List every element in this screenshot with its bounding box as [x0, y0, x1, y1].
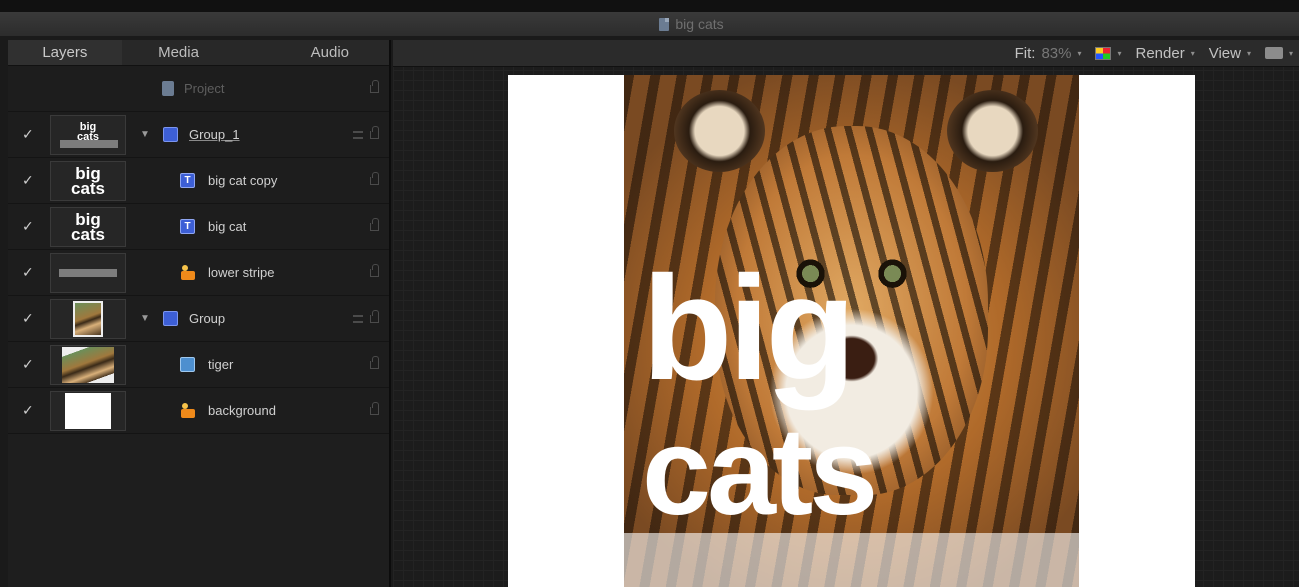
visibility-checkbox[interactable]: ✓	[22, 126, 34, 143]
shape-layer-icon	[180, 403, 195, 418]
viewer-toolbar: Fit: 83% ▾ ▾ Render ▾ View ▾ ▾	[393, 40, 1299, 67]
tab-media[interactable]: Media	[121, 40, 236, 65]
color-channels-popup[interactable]: ▾	[1095, 46, 1122, 60]
visibility-checkbox[interactable]: ✓	[22, 264, 34, 281]
thumbnail-stripe	[59, 269, 117, 277]
titlebar-strip: big cats	[0, 12, 1299, 36]
lock-icon[interactable]	[370, 171, 379, 185]
layer-name[interactable]: background	[208, 403, 276, 418]
layer-row-tiger[interactable]: ✓ tiger	[8, 342, 389, 388]
lock-icon[interactable]	[370, 355, 379, 369]
tab-audio[interactable]: Audio	[235, 40, 390, 65]
render-popup[interactable]: Render ▾	[1136, 45, 1195, 62]
fit-label: Fit:	[1014, 44, 1036, 62]
disclosure-triangle-icon[interactable]: ▼	[140, 129, 150, 140]
project-label: Project	[184, 81, 225, 96]
layers-panel: Layers Media Audio Project ✓ big cats ▼ G…	[8, 40, 391, 587]
layer-name[interactable]: tiger	[208, 357, 233, 372]
thumbnail-text: big cats	[70, 210, 106, 244]
thumbnail-text: big cats	[76, 121, 100, 143]
layer-thumbnail	[50, 299, 126, 339]
chevron-down-icon: ▾	[1246, 48, 1251, 58]
view-label: View	[1208, 44, 1241, 62]
layer-thumbnail	[50, 253, 126, 293]
fit-zoom-popup[interactable]: Fit: 83% ▾	[1015, 45, 1082, 62]
visibility-checkbox[interactable]: ✓	[22, 172, 34, 189]
lock-icon[interactable]	[370, 263, 379, 277]
thumbnail-tiger-image	[73, 301, 103, 337]
chevron-down-icon: ▾	[1190, 48, 1195, 58]
tiger-ear	[674, 90, 766, 173]
lock-icon[interactable]	[370, 79, 379, 93]
project-icon	[162, 81, 174, 96]
fit-value: 83%	[1041, 44, 1072, 62]
visibility-checkbox[interactable]: ✓	[22, 402, 34, 419]
lower-stripe	[624, 533, 1079, 587]
canvas-frame[interactable]: big cats	[508, 75, 1195, 587]
layer-name[interactable]: lower stripe	[208, 265, 274, 280]
layer-row-lower-stripe[interactable]: ✓ lower stripe	[8, 250, 389, 296]
lock-icon[interactable]	[370, 125, 379, 139]
disclosure-triangle-icon[interactable]: ▼	[140, 313, 150, 324]
text-layer-icon: T	[180, 173, 195, 188]
window-layout-icon	[1264, 47, 1283, 59]
tab-layers[interactable]: Layers	[8, 40, 122, 65]
visibility-checkbox[interactable]: ✓	[22, 356, 34, 373]
document-title: big cats	[659, 16, 724, 32]
lock-icon[interactable]	[370, 401, 379, 415]
layer-name[interactable]: Group_1	[189, 127, 240, 142]
visibility-checkbox[interactable]: ✓	[22, 310, 34, 327]
render-label: Render	[1135, 44, 1185, 62]
thumbnail-stripe	[60, 140, 118, 148]
document-title-text: big cats	[675, 16, 724, 32]
layer-row-big-cat[interactable]: ✓ big cats T big cat	[8, 204, 389, 250]
shape-layer-icon	[180, 265, 195, 280]
chevron-down-icon: ▾	[1077, 48, 1082, 58]
stack-icon[interactable]	[353, 130, 363, 139]
layer-thumbnail	[50, 391, 126, 431]
layer-row-big-cat-copy[interactable]: ✓ big cats T big cat copy	[8, 158, 389, 204]
layer-name[interactable]: big cat	[208, 219, 246, 234]
lock-icon[interactable]	[370, 217, 379, 231]
group-icon	[163, 127, 178, 142]
layer-row-project[interactable]: Project	[8, 66, 389, 112]
stack-icon[interactable]	[353, 314, 363, 323]
chevron-down-icon: ▾	[1288, 48, 1293, 58]
layer-thumbnail: big cats	[50, 161, 126, 201]
visibility-checkbox[interactable]: ✓	[22, 218, 34, 235]
thumbnail-tiger-image	[62, 347, 114, 383]
thumbnail-text: big cats	[70, 164, 106, 198]
window-titlebar: big cats	[0, 0, 1299, 36]
layout-popup[interactable]: ▾	[1264, 47, 1293, 59]
layer-thumbnail	[50, 345, 126, 385]
image-layer-icon	[180, 357, 195, 372]
chevron-down-icon: ▾	[1117, 48, 1122, 58]
layer-name[interactable]: big cat copy	[208, 173, 277, 188]
document-icon	[659, 17, 670, 31]
thumbnail-white	[65, 393, 111, 429]
group-icon	[163, 311, 178, 326]
text-layer-icon: T	[180, 219, 195, 234]
layer-thumbnail: big cats	[50, 207, 126, 247]
layer-name[interactable]: Group	[189, 311, 225, 326]
layer-row-background[interactable]: ✓ background	[8, 388, 389, 434]
lock-icon[interactable]	[370, 309, 379, 323]
layer-thumbnail: big cats	[50, 115, 126, 155]
tiger-ear	[947, 90, 1039, 173]
canvas-viewer: Fit: 83% ▾ ▾ Render ▾ View ▾ ▾ big cats	[393, 40, 1299, 587]
panel-tabs: Layers Media Audio	[8, 40, 390, 66]
view-popup[interactable]: View ▾	[1209, 45, 1251, 62]
color-channels-icon	[1095, 46, 1112, 60]
layer-row-group[interactable]: ✓ ▼ Group	[8, 296, 389, 342]
layer-row-group-1[interactable]: ✓ big cats ▼ Group_1	[8, 112, 389, 158]
canvas-text-big[interactable]: big	[642, 255, 856, 403]
canvas-text-cats[interactable]: cats	[642, 410, 878, 534]
